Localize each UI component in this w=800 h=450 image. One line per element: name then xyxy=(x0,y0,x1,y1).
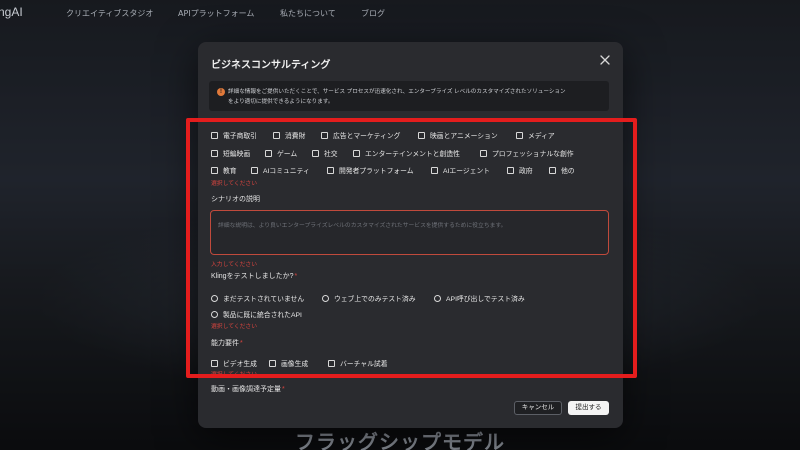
radio-circle[interactable] xyxy=(211,310,218,318)
radio-circle[interactable] xyxy=(211,294,218,302)
checkbox-box[interactable] xyxy=(265,149,272,157)
background-headline: フラッグシップモデル xyxy=(295,430,505,450)
required-mark: * xyxy=(282,386,285,393)
budget-label: 動画・画像調達予定量* xyxy=(211,386,285,393)
scenario-error: 入力してください xyxy=(211,262,258,268)
industry-checkbox-ai-community[interactable]: AIコミュニティ xyxy=(251,165,310,175)
checkbox-box[interactable] xyxy=(418,131,425,139)
industry-checkbox-media[interactable]: メディア xyxy=(516,130,555,140)
submit-button[interactable]: 提出する xyxy=(568,401,609,415)
checkbox-box[interactable] xyxy=(516,131,523,139)
industry-checkbox-ecommerce[interactable]: 電子商取引 xyxy=(211,130,257,140)
scenario-placeholder: 詳細な説明は、より良いエンタープライズレベルのカスタマイズされたサービスを提供す… xyxy=(218,223,507,229)
scenario-description-textarea[interactable]: 詳細な説明は、より良いエンタープライズレベルのカスタマイズされたサービスを提供す… xyxy=(210,210,609,255)
industry-checkbox-advertising[interactable]: 広告とマーケティング xyxy=(321,130,400,140)
industry-checkbox-consumer-goods[interactable]: 消費財 xyxy=(273,130,305,140)
industry-checkbox-other[interactable]: 他の xyxy=(549,165,575,175)
checkbox-box[interactable] xyxy=(211,131,218,139)
nav-link-about[interactable]: 私たちについて xyxy=(280,8,336,19)
checkbox-box[interactable] xyxy=(211,166,218,174)
checkbox-box[interactable] xyxy=(327,166,334,174)
industry-checkbox-developer-platform[interactable]: 開発者プラットフォーム xyxy=(327,165,414,175)
kling-option-not-tested[interactable]: まだテストされていません xyxy=(211,293,304,303)
capability-label: 能力要件* xyxy=(211,340,243,347)
industry-checkbox-professional-creation[interactable]: プロフェッショナルな創作 xyxy=(480,148,574,158)
industry-error: 選択してください xyxy=(211,181,258,187)
info-icon: ! xyxy=(217,88,225,96)
close-icon xyxy=(600,55,610,65)
industry-checkbox-entertainment[interactable]: エンターテインメントと創造性 xyxy=(353,148,460,158)
capability-checkbox-virtual-tryon[interactable]: バーチャル試着 xyxy=(328,358,388,368)
capability-checkbox-video[interactable]: ビデオ生成 xyxy=(211,358,257,368)
industry-checkbox-games[interactable]: ゲーム xyxy=(265,148,297,158)
checkbox-box[interactable] xyxy=(211,359,218,367)
nav-link-creative-studio[interactable]: クリエイティブスタジオ xyxy=(66,8,153,19)
checkbox-box[interactable] xyxy=(353,149,360,157)
industry-checkbox-government[interactable]: 政府 xyxy=(507,165,533,175)
checkbox-box[interactable] xyxy=(312,149,319,157)
info-notice: ! 詳細な情報をご提供いただくことで、サービス プロセスが迅速化され、エンタープ… xyxy=(209,81,609,111)
industry-checkbox-short-film[interactable]: 短編映画 xyxy=(211,148,250,158)
nav-link-blog[interactable]: ブログ xyxy=(361,8,385,19)
kling-error: 選択してください xyxy=(211,324,258,330)
kling-option-api-tested[interactable]: API呼び出しでテスト済み xyxy=(434,293,525,303)
industry-checkbox-social[interactable]: 社交 xyxy=(312,148,338,158)
dialog-title: ビジネスコンサルティング xyxy=(211,60,331,71)
capability-error: 選択してください xyxy=(211,372,258,378)
checkbox-box[interactable] xyxy=(507,166,514,174)
checkbox-box[interactable] xyxy=(431,166,438,174)
kling-test-label: Klingをテストしましたか?* xyxy=(211,273,298,280)
info-text-line2: をより適切に提供できるようになります。 xyxy=(228,99,334,105)
nav-link-api-platform[interactable]: APIプラットフォーム xyxy=(178,8,254,19)
info-text-line1: 詳細な情報をご提供いただくことで、サービス プロセスが迅速化され、エンタープライ… xyxy=(228,89,566,95)
business-consulting-dialog: ビジネスコンサルティング ! 詳細な情報をご提供いただくことで、サービス プロセ… xyxy=(198,42,623,428)
kling-option-web-only[interactable]: ウェブ上でのみテスト済み xyxy=(322,293,416,303)
required-mark: * xyxy=(240,340,243,347)
radio-circle[interactable] xyxy=(434,294,441,302)
industry-checkbox-education[interactable]: 教育 xyxy=(211,165,237,175)
cancel-button[interactable]: キャンセル xyxy=(514,401,562,415)
industry-checkbox-ai-agent[interactable]: AIエージェント xyxy=(431,165,490,175)
checkbox-box[interactable] xyxy=(211,149,218,157)
top-navigation: ngAI クリエイティブスタジオ APIプラットフォーム 私たちについて ブログ xyxy=(0,0,800,26)
checkbox-box[interactable] xyxy=(273,131,280,139)
radio-circle[interactable] xyxy=(322,294,329,302)
checkbox-box[interactable] xyxy=(480,149,487,157)
checkbox-box[interactable] xyxy=(251,166,258,174)
checkbox-box[interactable] xyxy=(321,131,328,139)
checkbox-box[interactable] xyxy=(328,359,335,367)
scenario-label: シナリオの説明 xyxy=(211,196,260,203)
kling-option-integrated[interactable]: 製品に既に統合されたAPI xyxy=(211,309,302,319)
logo[interactable]: ngAI xyxy=(0,5,23,19)
required-mark: * xyxy=(294,273,298,280)
checkbox-box[interactable] xyxy=(269,359,276,367)
close-button[interactable] xyxy=(599,54,611,66)
checkbox-box[interactable] xyxy=(549,166,556,174)
industry-checkbox-film-animation[interactable]: 映画とアニメーション xyxy=(418,130,498,140)
capability-checkbox-image[interactable]: 画像生成 xyxy=(269,358,308,368)
